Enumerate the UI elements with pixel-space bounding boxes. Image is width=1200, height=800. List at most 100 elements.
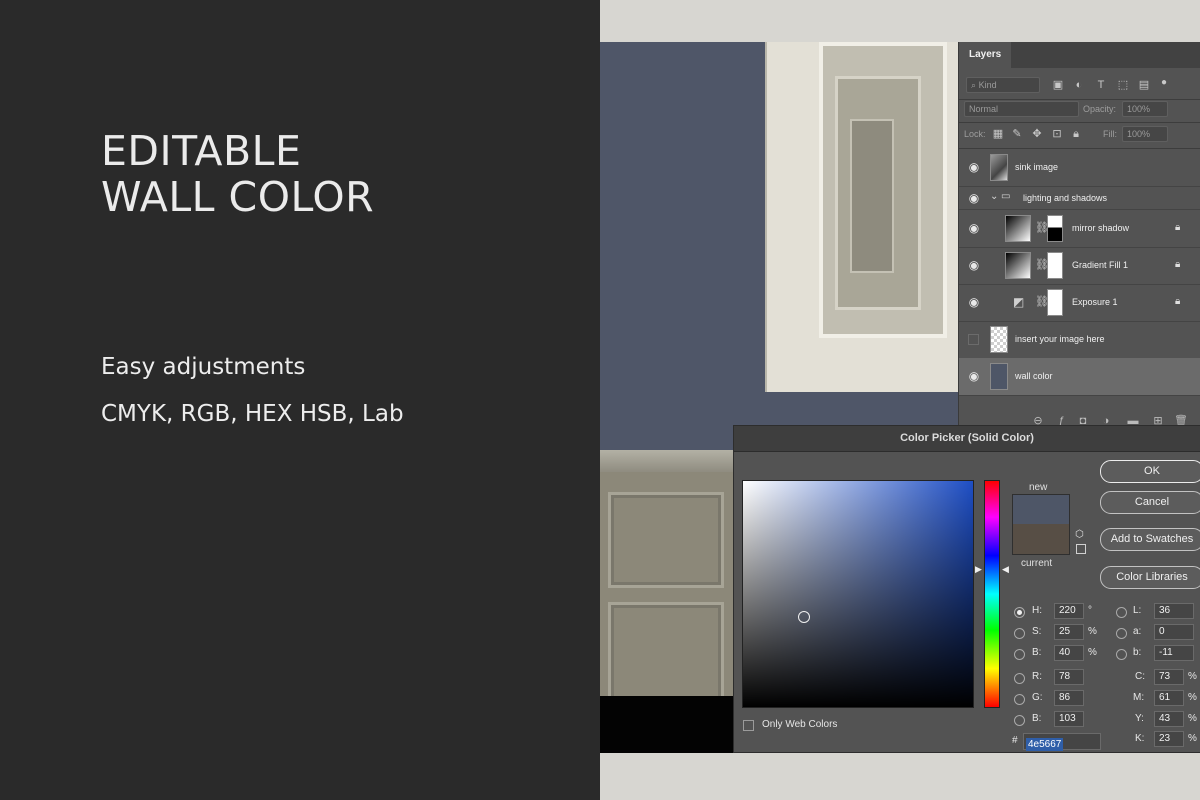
mirror-frame xyxy=(765,42,967,392)
tab-layers[interactable]: Layers xyxy=(959,42,1012,68)
current-color-swatch[interactable] xyxy=(1012,524,1070,555)
radio-saturation[interactable] xyxy=(1014,628,1025,639)
out-of-gamut-cube-icon[interactable]: ⬡ xyxy=(1075,529,1084,541)
color-selector-circle[interactable] xyxy=(798,611,810,623)
subtitle-color-modes: CMYK, RGB, HEX HSB, Lab xyxy=(101,401,404,427)
dialog-title: Color Picker (Solid Color) xyxy=(734,426,1200,452)
blue-label: B: xyxy=(1032,713,1042,724)
green-input[interactable]: 86 xyxy=(1054,690,1084,706)
cyan-input[interactable]: 73 xyxy=(1154,669,1184,685)
hue-slider-right-arrow[interactable]: ◀ xyxy=(1002,564,1009,574)
wall-panel-molding-lower xyxy=(608,602,724,708)
yellow-input[interactable]: 43 xyxy=(1154,711,1184,727)
lock-pixels-icon[interactable]: ✎ xyxy=(1010,126,1024,142)
visibility-eye-icon[interactable]: ◉ xyxy=(967,258,981,272)
lab-l-label: L: xyxy=(1133,605,1142,616)
visibility-eye-icon[interactable]: ◉ xyxy=(967,160,981,174)
floor-shadow xyxy=(600,696,740,753)
layer-name: mirror shadow xyxy=(1072,223,1130,233)
layer-row-gradient-fill-1[interactable]: ◉ ⛓ Gradient Fill 1 🔒︎ xyxy=(959,247,1200,285)
hue-label: H: xyxy=(1032,605,1042,616)
black-label: K: xyxy=(1135,733,1145,744)
fill-input[interactable]: 100% xyxy=(1122,126,1168,142)
layer-row-lighting-and-shadows[interactable]: ◉ ⌄ ▭ lighting and shadows xyxy=(959,187,1200,210)
red-label: R: xyxy=(1032,671,1042,682)
opacity-input[interactable]: 100% xyxy=(1122,101,1168,117)
layer-row-wall-color[interactable]: ◉ wall color xyxy=(959,358,1200,396)
folder-icon: ▭ xyxy=(1001,191,1011,202)
percent-unit: % xyxy=(1088,626,1097,637)
promo-panel: EDITABLE WALL COLOR Easy adjustments CMY… xyxy=(0,0,600,800)
lab-a-input[interactable]: 0 xyxy=(1154,624,1194,640)
brightness-input[interactable]: 40 xyxy=(1054,645,1084,661)
add-to-swatches-button[interactable]: Add to Swatches xyxy=(1100,528,1200,551)
magenta-label: M: xyxy=(1133,692,1145,703)
exposure-adjustment-icon: ◩ xyxy=(1013,295,1025,309)
radio-lab-b[interactable] xyxy=(1116,649,1127,660)
mirror-glass xyxy=(819,42,947,338)
lock-artboard-icon[interactable]: ⊡ xyxy=(1050,126,1064,142)
red-input[interactable]: 78 xyxy=(1054,669,1084,685)
chevron-down-icon[interactable]: ⌄ xyxy=(990,190,998,204)
lab-b-input[interactable]: -11 xyxy=(1154,645,1194,661)
radio-lightness[interactable] xyxy=(1116,607,1127,618)
visibility-eye-icon[interactable]: ◉ xyxy=(967,369,981,383)
layer-row-insert-your-image-here[interactable]: insert your image here xyxy=(959,321,1200,359)
only-web-colors-checkbox[interactable] xyxy=(743,720,754,731)
radio-blue[interactable] xyxy=(1014,715,1025,726)
lab-l-input[interactable]: 36 xyxy=(1154,603,1194,619)
lock-position-icon[interactable]: ✥ xyxy=(1030,126,1044,142)
percent-unit: % xyxy=(1188,733,1197,744)
visibility-toggle-off[interactable] xyxy=(968,334,979,345)
hue-slider[interactable] xyxy=(984,480,1000,708)
shape-filter-icon[interactable]: ⬚ xyxy=(1116,77,1130,93)
filter-kind-select[interactable]: ⌕ Kind xyxy=(966,77,1040,93)
radio-lab-a[interactable] xyxy=(1116,628,1127,639)
black-input[interactable]: 23 xyxy=(1154,731,1184,747)
cancel-button[interactable]: Cancel xyxy=(1100,491,1200,514)
brightness-label: B: xyxy=(1032,647,1042,658)
visibility-eye-icon[interactable]: ◉ xyxy=(967,221,981,235)
gradient-thumbnail xyxy=(1005,252,1031,279)
filter-toggle-icon[interactable]: ● xyxy=(1157,75,1171,91)
visibility-eye-icon[interactable]: ◉ xyxy=(967,191,981,205)
radio-green[interactable] xyxy=(1014,694,1025,705)
magenta-input[interactable]: 61 xyxy=(1154,690,1184,706)
blue-input[interactable]: 103 xyxy=(1054,711,1084,727)
lock-icon: 🔒︎ xyxy=(1175,222,1181,233)
yellow-label: Y: xyxy=(1135,713,1144,724)
layer-name: wall color xyxy=(1015,371,1053,381)
radio-hue[interactable] xyxy=(1014,607,1025,618)
adjustment-filter-icon[interactable]: ◐ xyxy=(1072,77,1086,93)
saturation-brightness-field[interactable] xyxy=(742,480,974,708)
type-filter-icon[interactable]: T xyxy=(1094,77,1108,93)
lock-all-icon[interactable]: 🔒︎ xyxy=(1069,126,1083,142)
saturation-input[interactable]: 25 xyxy=(1054,624,1084,640)
percent-unit: % xyxy=(1188,713,1197,724)
color-libraries-button[interactable]: Color Libraries xyxy=(1100,566,1200,589)
visibility-eye-icon[interactable]: ◉ xyxy=(967,295,981,309)
layer-mask-thumbnail xyxy=(1047,289,1063,316)
layer-group-name: lighting and shadows xyxy=(1023,193,1108,203)
smart-object-filter-icon[interactable]: ▤ xyxy=(1137,77,1151,93)
layer-row-sink-image[interactable]: ◉ sink image xyxy=(959,149,1200,187)
current-label: current xyxy=(1021,558,1053,569)
radio-red[interactable] xyxy=(1014,673,1025,684)
image-filter-icon[interactable]: ▣ xyxy=(1051,77,1065,93)
ok-button[interactable]: OK xyxy=(1100,460,1200,483)
wall-panel-molding xyxy=(608,492,724,588)
opacity-label: Opacity: xyxy=(1083,104,1117,114)
lab-a-label: a: xyxy=(1133,626,1142,637)
web-safe-square-icon[interactable] xyxy=(1076,544,1086,554)
blend-mode-select[interactable]: Normal xyxy=(964,101,1079,117)
layer-row-exposure-1[interactable]: ◉ ◩ ⛓ Exposure 1 🔒︎ xyxy=(959,284,1200,322)
radio-brightness[interactable] xyxy=(1014,649,1025,660)
layer-row-mirror-shadow[interactable]: ◉ ⛓ mirror shadow 🔒︎ xyxy=(959,210,1200,248)
lock-icon: 🔒︎ xyxy=(1175,296,1181,307)
lock-transparency-icon[interactable]: ▦ xyxy=(991,126,1005,142)
layer-name: sink image xyxy=(1015,162,1059,172)
percent-unit: % xyxy=(1188,692,1197,703)
hue-slider-left-arrow[interactable]: ▶ xyxy=(975,564,982,574)
hex-input[interactable]: 4e5667 xyxy=(1023,733,1101,751)
hue-input[interactable]: 220 xyxy=(1054,603,1084,619)
